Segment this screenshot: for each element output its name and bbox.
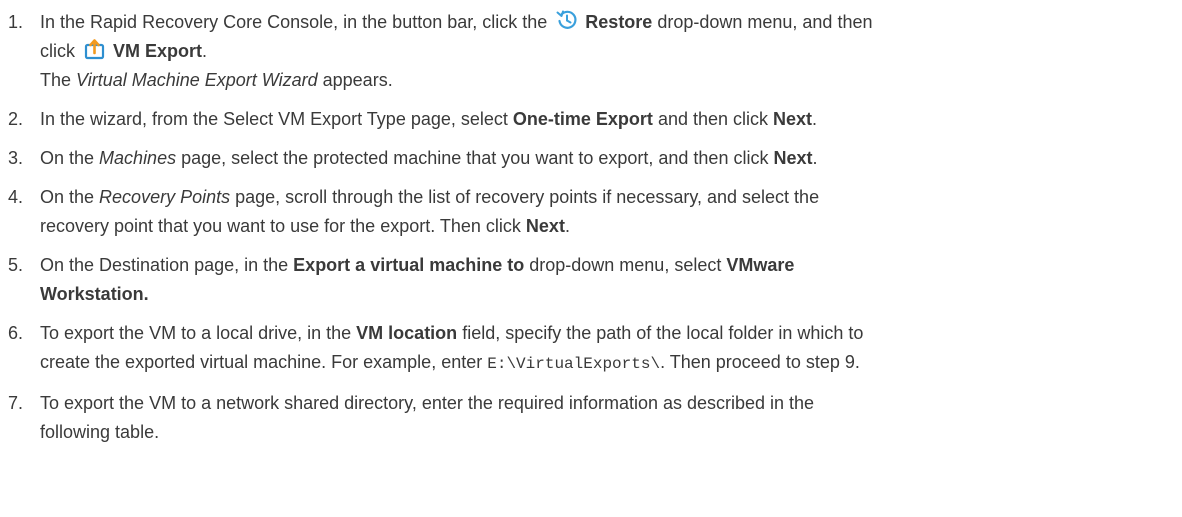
text-run: and then click [652, 109, 774, 129]
text-run: To export the VM to a local drive, in th… [40, 323, 357, 343]
ui-term: One-time Export [512, 109, 653, 129]
step-text: To export the VM to a network shared dir… [40, 393, 814, 442]
step-text: In the wizard, from the Select VM Export… [40, 109, 817, 129]
text-run: On the Destination page, in the [40, 255, 294, 275]
text-run: appears. [317, 70, 393, 90]
ui-term: Restore [585, 12, 653, 32]
ui-term: Workstation. [40, 284, 149, 304]
step-number: 6. [8, 323, 24, 343]
text-run: . [812, 148, 818, 168]
step-text: On the Machines page, select the protect… [40, 148, 817, 168]
text-run: The [40, 70, 77, 90]
text-run: drop-down menu, and then [652, 12, 873, 32]
text-run: page, scroll through the list of recover… [230, 187, 820, 207]
text-run: On the [40, 148, 100, 168]
text-run: page, select the protected machine that … [176, 148, 774, 168]
step-item: 4. On the Recovery Points page, scroll th… [0, 183, 1182, 241]
step-number: 3. [8, 148, 24, 168]
text-run: following table. [40, 422, 160, 442]
text-run: On the [40, 187, 100, 207]
ui-term: Export a virtual machine to [293, 255, 525, 275]
ui-term: VM location [356, 323, 458, 343]
text-run: click [40, 41, 80, 61]
step-item: 1. In the Rapid Recovery Core Console, in… [0, 8, 1182, 95]
procedure-steps: 1. In the Rapid Recovery Core Console, in… [0, 0, 1182, 447]
step-number: 5. [8, 255, 24, 275]
step-item: 3. On the Machines page, select the prote… [0, 144, 1182, 173]
step-number: 7. [8, 393, 24, 413]
text-run: create the exported virtual machine. For… [40, 352, 488, 372]
ui-term: VMware [726, 255, 795, 275]
step-number: 4. [8, 187, 24, 207]
ui-term: VM Export [113, 41, 203, 61]
text-run: To export the VM to a network shared dir… [40, 393, 815, 413]
text-run: . [812, 109, 818, 129]
ui-term: Next [525, 216, 565, 236]
step-text: On the Recovery Points page, scroll thro… [40, 187, 819, 236]
text-run: . [202, 41, 208, 61]
step-text: To export the VM to a local drive, in th… [40, 323, 864, 373]
vm-export-icon [84, 38, 106, 60]
page-name: Virtual Machine Export Wizard [76, 70, 318, 90]
text-run: In the wizard, from the Select VM Export… [40, 109, 513, 129]
text-run: In the Rapid Recovery Core Console, in t… [40, 12, 553, 32]
text-run: field, specify the path of the local fol… [457, 323, 864, 343]
ui-term: Next [773, 109, 813, 129]
text-run: . Then proceed to step 9. [660, 352, 860, 372]
step-item: 7. To export the VM to a network shared d… [0, 389, 1182, 447]
restore-icon [556, 9, 578, 31]
step-item: 5. On the Destination page, in the Export… [0, 251, 1182, 309]
step-item: 6. To export the VM to a local drive, in … [0, 319, 1182, 379]
step-number: 2. [8, 109, 24, 129]
step-text: On the Destination page, in the Export a… [40, 255, 794, 304]
text-run: recovery point that you want to use for … [40, 216, 526, 236]
page-name: Machines [99, 148, 177, 168]
page-name: Recovery Points [99, 187, 231, 207]
ui-term: Next [773, 148, 813, 168]
code-path: E:\VirtualExports\ [487, 355, 661, 373]
step-item: 2. In the wizard, from the Select VM Expo… [0, 105, 1182, 134]
step-text: In the Rapid Recovery Core Console, in t… [40, 9, 873, 90]
text-run: drop-down menu, select [524, 255, 727, 275]
step-number: 1. [8, 12, 24, 32]
text-run: . [564, 216, 570, 236]
